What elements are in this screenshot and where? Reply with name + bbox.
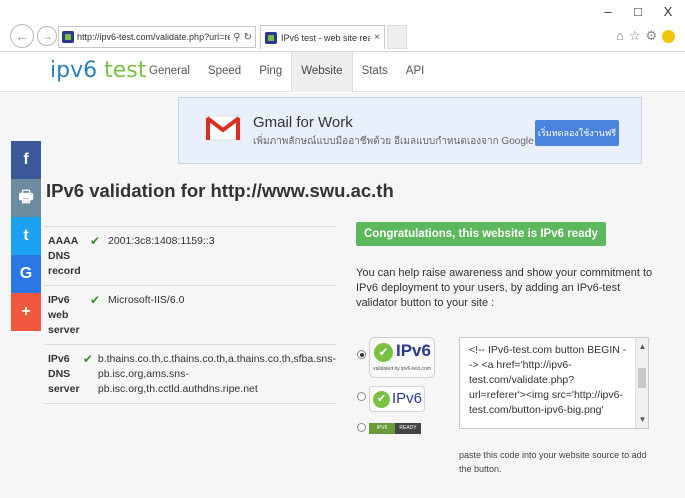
settings-gear-icon[interactable]: ⚙ — [646, 28, 658, 44]
badge-small-left: IPV6 — [369, 423, 395, 434]
refresh-icon[interactable]: ↻ — [244, 32, 252, 43]
embed-code-textarea[interactable]: <!-- IPv6-test.com button BEGIN --> <a h… — [459, 337, 649, 429]
badge-text: IPv6 — [396, 341, 431, 360]
browser-tab[interactable]: IPv6 test - web site reachabi... × — [260, 25, 385, 49]
result-value: b.thains.co.th,c.thains.co.th,a.thains.c… — [97, 353, 336, 395]
result-label: AAAA DNS record — [48, 235, 81, 277]
ipv6-small-button-preview[interactable]: IPV6 READY — [369, 423, 421, 434]
social-share-bar: f 🖶 t G + — [11, 141, 41, 331]
badge-small-right: READY — [399, 425, 417, 431]
button-style-radio-medium[interactable] — [357, 392, 366, 401]
check-icon: ✔ — [90, 293, 101, 307]
scroll-up-icon[interactable]: ▲ — [636, 340, 648, 353]
menu-item-website[interactable]: Website — [291, 52, 353, 92]
browser-toolbar-icons: ⌂ ☆ ⚙ — [616, 28, 676, 44]
scroll-down-icon[interactable]: ▼ — [636, 413, 648, 426]
tab-favicon-icon — [265, 31, 277, 44]
ipv6-big-button-preview[interactable]: ✔ IPv6 validated by ipv6-test.com — [369, 337, 435, 378]
forward-arrow-icon[interactable]: → — [37, 26, 57, 46]
menu-item-general[interactable]: General — [140, 52, 199, 92]
ad-subtitle: เพิ่มภาพลักษณ์แบบมืออาชีพด้วย อีเมลแบบกำ… — [253, 136, 559, 147]
code-scrollbar[interactable]: ▲ ▼ — [635, 338, 648, 428]
gmail-logo-icon — [205, 115, 241, 141]
address-url[interactable]: http://ipv6-test.com/validate.php?url=re… — [77, 32, 230, 42]
result-row-dns-server: IPv6 DNS server ✔ b.thains.co.th,c.thain… — [44, 344, 336, 404]
menu-item-speed[interactable]: Speed — [199, 52, 250, 92]
awareness-intro-text: You can help raise awareness and show yo… — [356, 267, 653, 309]
result-value: 2001:3c8:1408:1159::3 — [108, 235, 215, 247]
check-icon: ✔ — [90, 234, 101, 248]
badge-text: IPv6 — [392, 390, 423, 407]
address-bar[interactable]: http://ipv6-test.com/validate.php?url=re… — [58, 26, 256, 48]
window-minimize-button[interactable]: – — [598, 4, 618, 19]
site-favicon-icon — [62, 31, 74, 43]
facebook-share-icon[interactable]: f — [11, 141, 41, 179]
ipv6-ready-badge: Congratulations, this website is IPv6 re… — [356, 222, 606, 246]
result-label: IPv6 web server — [48, 294, 80, 336]
search-icon[interactable]: ⚲ — [233, 32, 240, 43]
browser-chrome: ← → http://ipv6-test.com/validate.php?ur… — [0, 0, 685, 52]
feedback-smiley-icon[interactable] — [662, 30, 676, 43]
window-close-button[interactable]: X — [658, 4, 678, 19]
twitter-share-icon[interactable]: t — [11, 217, 41, 255]
result-row-web-server: IPv6 web server ✔ Microsoft-IIS/6.0 — [44, 285, 336, 344]
print-icon[interactable]: 🖶 — [11, 179, 41, 217]
menu-item-api[interactable]: API — [397, 52, 434, 92]
check-icon: ✔ — [82, 352, 93, 366]
menu-item-stats[interactable]: Stats — [353, 52, 397, 92]
window-maximize-button[interactable]: □ — [628, 4, 648, 19]
badge-subtext: validated by ipv6-test.com — [373, 366, 431, 372]
site-logo[interactable]: ipv6 test — [50, 58, 146, 83]
validation-results: AAAA DNS record ✔ 2001:3c8:1408:1159::3 … — [44, 226, 336, 404]
google-share-icon[interactable]: G — [11, 255, 41, 293]
site-header: ipv6 test General Speed Ping Website Sta… — [0, 52, 685, 92]
menu-item-ping[interactable]: Ping — [250, 52, 291, 92]
gmail-ad-banner[interactable]: Gmail for Work เพิ่มภาพลักษณ์แบบมืออาชีพ… — [178, 97, 642, 164]
scroll-thumb[interactable] — [638, 368, 646, 388]
tab-close-icon[interactable]: × — [374, 32, 380, 43]
page-title: IPv6 validation for http://www.swu.ac.th — [46, 180, 394, 201]
home-icon[interactable]: ⌂ — [616, 28, 624, 44]
more-share-icon[interactable]: + — [11, 293, 41, 331]
ad-trial-button[interactable]: เริ่มทดลองใช้งานฟรี — [535, 120, 619, 146]
button-style-radio-big[interactable] — [357, 350, 366, 359]
result-value: Microsoft-IIS/6.0 — [108, 294, 185, 306]
new-tab-button[interactable] — [387, 25, 407, 49]
button-style-radio-small[interactable] — [357, 423, 366, 432]
main-menu: General Speed Ping Website Stats API — [140, 52, 433, 92]
logo-text-ipv6: ipv6 — [50, 58, 98, 83]
paste-instructions: paste this code into your website source… — [459, 450, 647, 474]
favorites-star-icon[interactable]: ☆ — [629, 28, 641, 44]
tab-title: IPv6 test - web site reachabi... — [281, 32, 371, 43]
back-arrow-icon[interactable]: ← — [10, 24, 34, 48]
embed-code-text[interactable]: <!-- IPv6-test.com button BEGIN --> <a h… — [469, 344, 626, 416]
logo-text-test: test — [97, 58, 147, 83]
result-row-aaaa-dns: AAAA DNS record ✔ 2001:3c8:1408:1159::3 — [44, 226, 336, 285]
check-icon: ✔ — [373, 391, 390, 408]
ipv6-medium-button-preview[interactable]: ✔ IPv6 — [369, 386, 425, 412]
result-label: IPv6 DNS server — [48, 353, 80, 395]
check-icon: ✔ — [374, 343, 393, 362]
ad-title: Gmail for Work — [253, 114, 353, 131]
